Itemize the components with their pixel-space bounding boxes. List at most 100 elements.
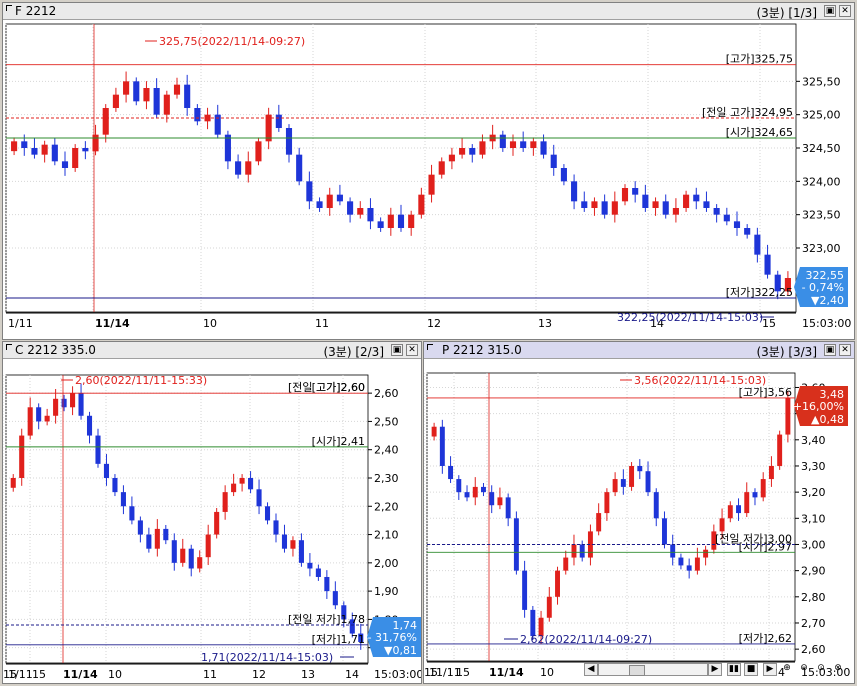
candle-body [256,489,262,507]
x-tick-label: 11/14 [63,668,98,681]
zoom-in-icon[interactable]: ⊕ [780,663,794,676]
candle-body [36,407,42,422]
candle-body [581,201,588,208]
candle-body [307,562,313,569]
candle-body [752,492,758,498]
y-tick-label: 3,00 [801,538,826,551]
open-level-label: [시가]2,41 [312,435,365,448]
candle-body [611,201,618,215]
x-tick-label: 13 [301,668,315,681]
y-tick-label: 2,50 [374,415,399,428]
panel-corner-icon [427,344,433,350]
candle-body [632,188,639,195]
window-close-icon[interactable]: ✕ [406,344,418,356]
x-tick-label: 11/14 [489,666,524,679]
candle-body [448,154,455,162]
high-level-label: [고가]325,75 [726,53,793,66]
futures-titlebar[interactable]: F 2212 (3분) [1/3] ▣ ✕ [3,3,854,20]
x-tick-label: 12 [252,668,266,681]
candle-body [316,201,323,208]
candle-body [205,534,211,558]
candle-body [601,201,608,215]
x-tick-label: 15 [424,666,438,679]
candle-body [612,479,618,493]
time-scrollbar[interactable] [598,663,708,676]
candle-body [19,435,25,478]
y-tick-label: 2,60 [801,643,826,656]
candle-body [265,114,272,142]
candle-body [264,506,271,521]
candle-body [719,518,725,532]
put-candlestick-chart[interactable]: 3,603,503,403,303,203,103,002,902,802,70… [424,359,854,683]
candle-body [438,161,445,175]
plot-frame [426,372,796,662]
badge-change: ▲0,48 [811,413,844,426]
prev-high-label: [전일 고가]324,95 [702,105,793,119]
candle-body [163,528,169,541]
candle-body [509,141,517,148]
x-tick-label: 10 [108,668,122,681]
candle-body [621,188,629,202]
candle-body [431,426,437,437]
x-tick-label: 15 [3,668,17,681]
scroll-left-icon[interactable]: ◀ [584,663,598,676]
stop-square-icon[interactable]: ■ [744,663,758,676]
prev-high-label: [전일 고가]2,60 [288,380,365,394]
prev-low-label: [전일 저가]1,78 [288,612,365,626]
high-marker-label: 3,56(2022/11/14-15:03) [634,374,766,387]
candle-body [143,88,150,102]
candle-body [672,208,679,215]
zoom-reset-icon[interactable]: ⊗ [831,663,845,676]
zoom-out-icon[interactable]: ⊖ [797,663,811,676]
candle-body [214,511,220,535]
candle-body [146,534,152,549]
window-restore-icon[interactable]: ▣ [391,344,403,356]
window-close-icon[interactable]: ✕ [839,344,851,356]
y-tick-label: 2,40 [374,444,399,457]
candle-body [53,398,59,416]
candle-body [324,576,330,592]
candle-body [326,194,333,208]
candle-body [459,148,466,155]
candle-body [31,148,38,155]
candle-body [693,194,700,202]
scroll-thumb[interactable] [629,665,645,676]
candle-body [281,534,288,549]
x-tick-label: 12 [427,317,441,330]
window-restore-icon[interactable]: ▣ [824,5,836,17]
candle-body [736,505,741,514]
futures-candlestick-chart[interactable]: 325,50 325,00 324,50 324,00 323,50 323,00 1/11… [3,20,854,339]
y-tick-label: 2,70 [801,617,826,630]
candle-body [306,181,313,202]
call-titlebar[interactable]: C 2212 335.0 (3분) [2/3] ▣ ✕ [3,342,421,359]
candle-body [620,479,626,487]
candle-body [408,214,415,228]
x-tick-label: 11 [203,668,217,681]
candle-body [231,483,237,493]
x-tick-label: 10 [540,666,554,679]
futures-chart-panel[interactable]: F 2212 (3분) [1/3] ▣ ✕ 325,50 325,00 324,50… [2,2,855,340]
candle-body [727,505,733,519]
window-close-icon[interactable]: ✕ [839,5,851,17]
y-tick-label: 2,60 [374,387,399,400]
call-chart-panel[interactable]: C 2212 335.0 (3분) [2/3] ▣ ✕ 2,60 2,50 2,40… [2,341,422,684]
zoom-fit-icon[interactable]: ⊙ [814,663,828,676]
low-marker-label: 2,62(2022/11/14-09:27) [520,633,652,646]
y-tick-label: 3,40 [801,434,826,447]
put-titlebar[interactable]: P 2212 315.0 (3분) [3/3] ▣ ✕ [424,342,854,359]
candle-body [464,492,470,498]
candle-body [571,544,577,558]
window-restore-icon[interactable]: ▣ [824,344,836,356]
prev-low-label: [전일 저가]3,00 [715,531,792,545]
scroll-right-icon[interactable]: ▶ [708,663,722,676]
candle-body [662,518,667,545]
stop-icon[interactable]: ▮▮ [727,663,741,676]
candle-body [694,557,700,571]
scroll-end-icon[interactable]: ▶ [763,663,777,676]
y-tick-label: 3,20 [801,486,826,499]
candle-body [315,568,321,577]
candle-body [133,81,140,102]
call-candlestick-chart[interactable]: 2,602,502,402,302,202,102,001,901,801,70… [3,359,421,683]
put-chart-panel[interactable]: P 2212 315.0 (3분) [3/3] ▣ ✕ 3,603,503,40… [423,341,855,684]
y-tick-label: 1,90 [374,585,399,598]
